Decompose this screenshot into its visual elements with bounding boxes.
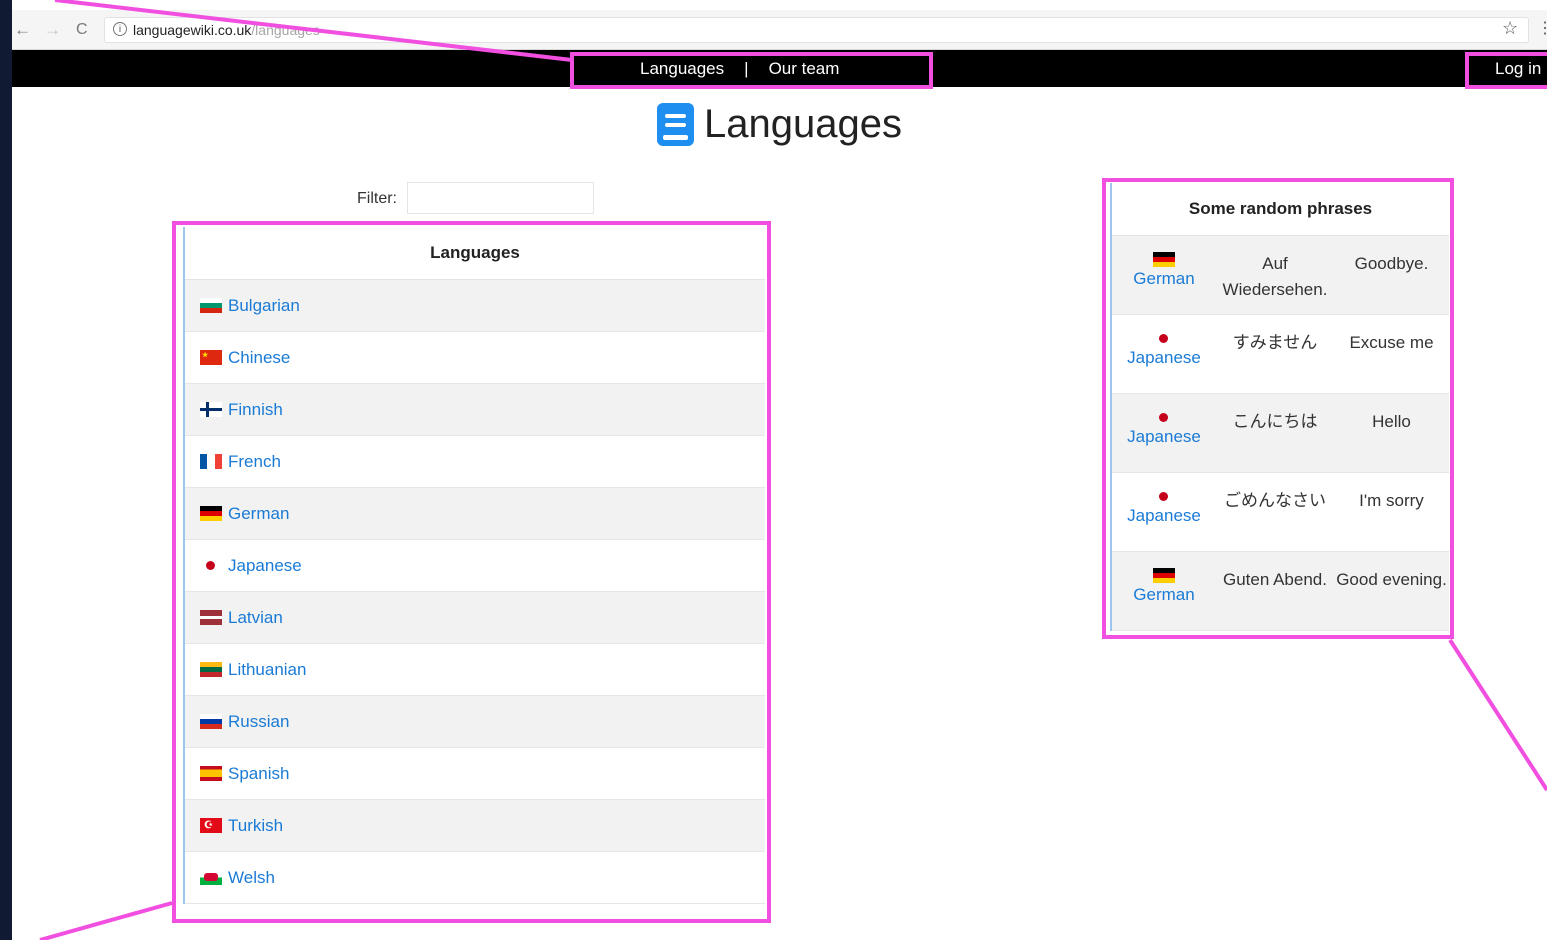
callout-line-phrases xyxy=(1448,638,1547,792)
callout-line-nav xyxy=(54,0,573,62)
callout-line-languages xyxy=(39,901,173,940)
annotation-lines xyxy=(39,0,1547,940)
